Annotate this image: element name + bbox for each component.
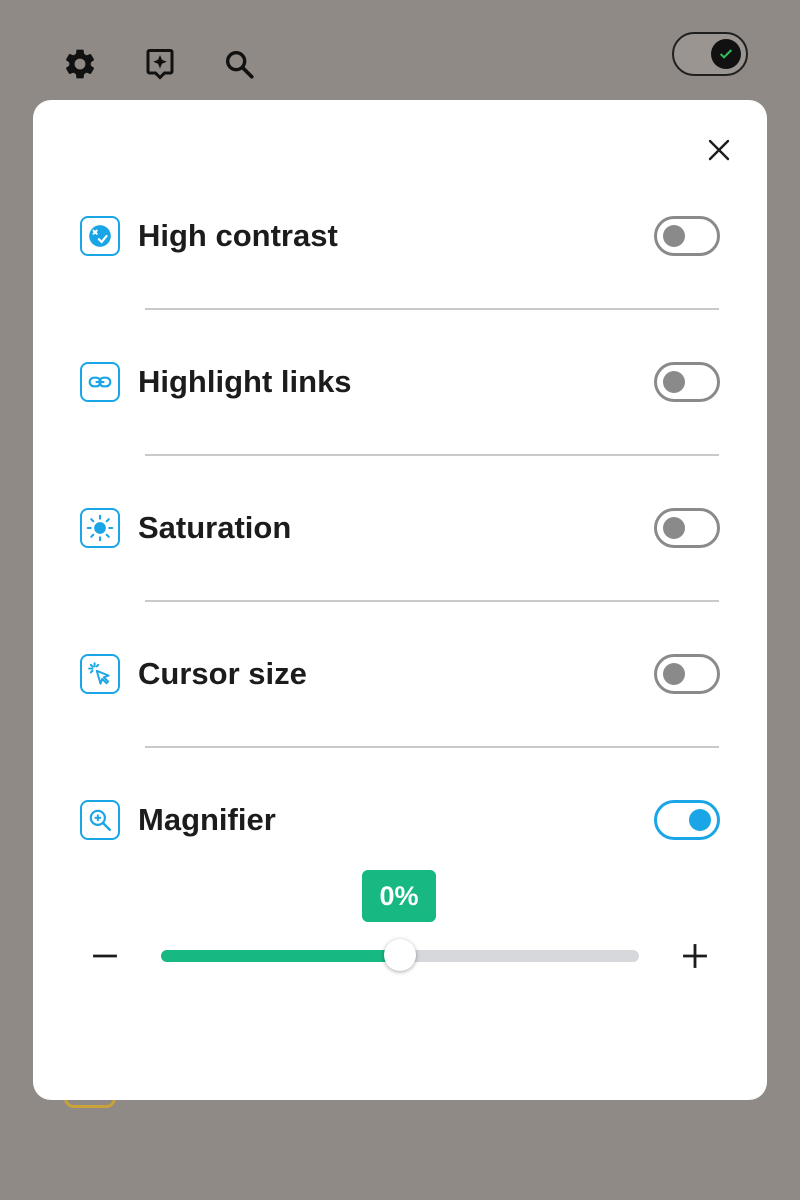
magnifier-slider-thumb[interactable] (384, 939, 416, 971)
search-button[interactable] (219, 44, 259, 84)
decrease-button[interactable] (85, 936, 125, 976)
accessibility-panel: High contrast Highlight links Saturation… (33, 100, 767, 1100)
magnifier-toggle[interactable] (654, 800, 720, 840)
option-saturation: Saturation (80, 505, 720, 551)
plus-icon (683, 944, 707, 968)
option-label: Magnifier (138, 802, 276, 837)
divider (145, 600, 719, 602)
master-toggle-knob (711, 39, 741, 69)
gear-icon (66, 49, 95, 79)
option-label: Saturation (138, 510, 292, 545)
link-icon (80, 362, 120, 402)
divider (145, 746, 719, 748)
saturation-toggle[interactable] (654, 508, 720, 548)
magnifier-icon (80, 800, 120, 840)
cursor-size-toggle[interactable] (654, 654, 720, 694)
minus-icon (93, 954, 117, 958)
sun-icon (80, 508, 120, 548)
option-magnifier: Magnifier (80, 797, 720, 843)
highlight-links-toggle[interactable] (654, 362, 720, 402)
close-button[interactable] (699, 130, 739, 170)
cursor-icon (80, 654, 120, 694)
increase-button[interactable] (675, 936, 715, 976)
magnifier-slider-fill (161, 950, 400, 962)
option-cursor-size: Cursor size (80, 651, 720, 697)
check-icon (719, 49, 733, 59)
option-high-contrast: High contrast (80, 213, 720, 259)
magnifier-slider-track[interactable] (161, 939, 639, 971)
divider (145, 308, 719, 310)
spark-icon (146, 49, 174, 80)
close-icon (708, 139, 730, 161)
slider-value-badge: 0% (362, 870, 436, 922)
high-contrast-toggle[interactable] (654, 216, 720, 256)
settings-button[interactable] (60, 44, 100, 84)
master-toggle[interactable] (672, 32, 748, 76)
option-label: High contrast (138, 218, 338, 253)
option-highlight-links: Highlight links (80, 359, 720, 405)
contrast-icon (80, 216, 120, 256)
assistant-button[interactable] (140, 44, 180, 84)
option-label: Cursor size (138, 656, 307, 691)
option-label: Highlight links (138, 364, 352, 399)
divider (145, 454, 719, 456)
search-icon (225, 50, 254, 79)
